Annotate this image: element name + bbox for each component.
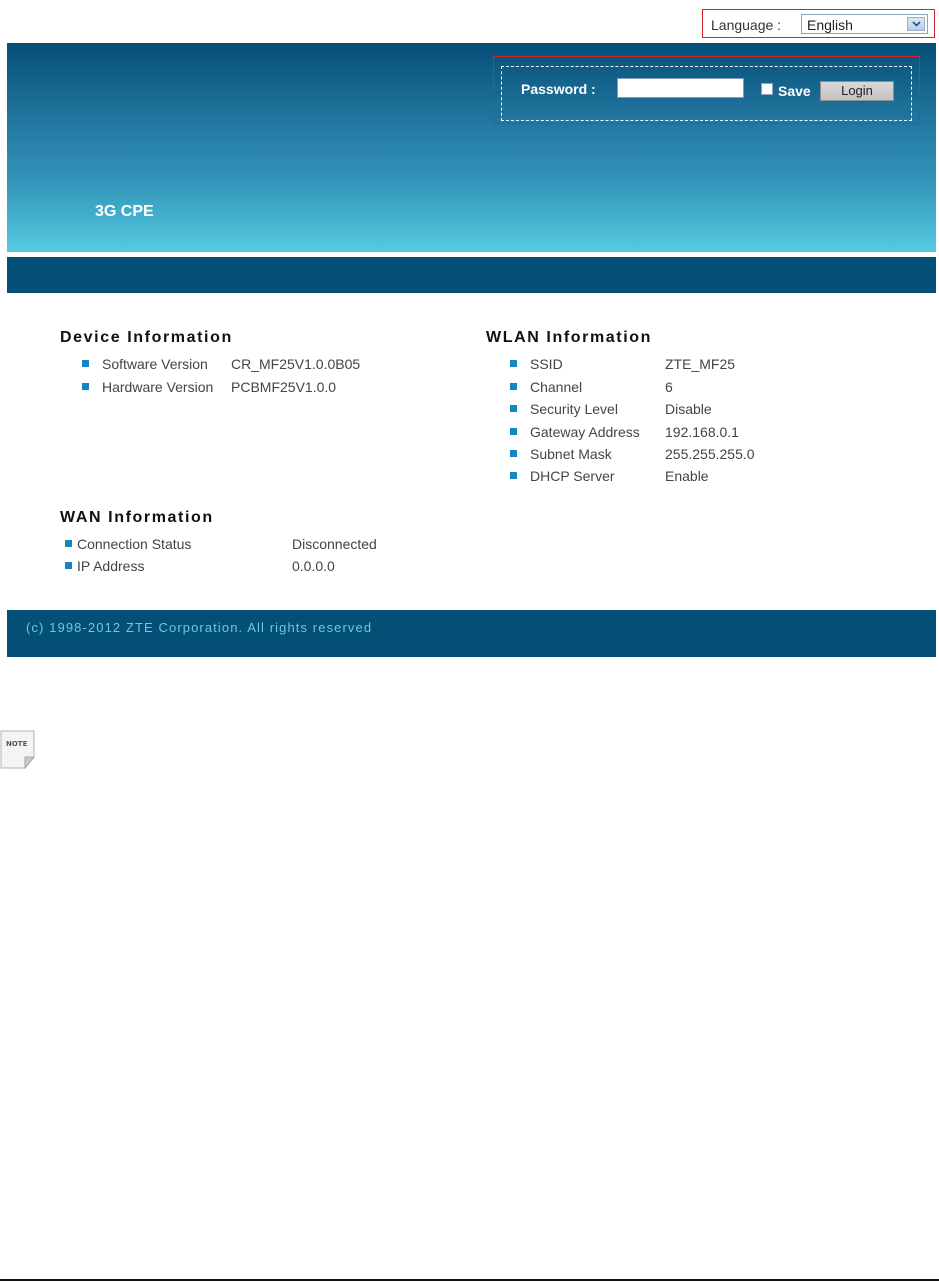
wlan-info-title: WLAN Information [486,329,653,346]
wan-info-row: IP Address 0.0.0.0 [65,558,405,576]
row-label: Connection Status [77,536,192,552]
nav-bar [7,257,936,293]
wlan-info-row: Gateway Address 192.168.0.1 [510,424,810,442]
row-value: CR_MF25V1.0.0B05 [231,356,361,372]
row-label: Hardware Version [102,379,214,395]
row-value: Disconnected [292,536,377,552]
language-selected-value: English [807,17,853,33]
header-banner: Password : Save Login 3G CPE [7,43,936,252]
language-selector-box: Language : English [702,9,935,38]
row-label: Security Level [530,401,618,417]
bullet-icon [82,383,89,390]
wlan-info-row: Channel 6 [510,379,810,397]
wlan-info-row: DHCP Server Enable [510,468,810,486]
note-icon: NOTE [0,730,36,770]
save-checkbox[interactable] [761,83,773,95]
login-panel-highlight: Password : Save Login [493,56,920,124]
row-label: Software Version [102,356,208,372]
footer-bar: (c) 1998-2012 ZTE Corporation. All right… [7,610,936,657]
bullet-icon [510,428,517,435]
dropdown-arrow-button[interactable] [907,17,925,31]
row-label: Channel [530,379,583,395]
bullet-icon [510,405,517,412]
bullet-icon [65,540,72,547]
row-label: DHCP Server [530,468,615,484]
save-label: Save [778,83,811,99]
login-button[interactable]: Login [820,81,894,101]
row-value: 255.255.255.0 [665,446,755,462]
row-label: Subnet Mask [530,446,612,462]
device-info-title: Device Information [60,329,233,346]
device-info-row: Hardware Version PCBMF25V1.0.0 [82,379,422,397]
wan-info-row: Connection Status Disconnected [65,536,405,554]
row-label: Gateway Address [530,424,640,440]
bullet-icon [510,383,517,390]
bullet-icon [82,360,89,367]
row-value: ZTE_MF25 [665,356,736,372]
bullet-icon [65,562,72,569]
row-value: Enable [665,468,709,484]
row-value: PCBMF25V1.0.0 [231,379,337,395]
row-value: Disable [665,401,712,417]
bullet-icon [510,450,517,457]
product-name: 3G CPE [95,203,154,220]
wlan-info-row: Subnet Mask 255.255.255.0 [510,446,810,464]
chevron-down-icon [912,21,921,27]
wlan-info-row: Security Level Disable [510,401,810,419]
password-input[interactable] [617,78,744,98]
copyright-text: (c) 1998-2012 ZTE Corporation. All right… [26,620,373,635]
language-label: Language : [711,17,782,33]
password-label: Password : [521,81,596,97]
language-dropdown[interactable]: English [801,14,928,34]
wan-info-title: WAN Information [60,509,214,526]
row-label: IP Address [77,558,145,574]
row-value: 6 [665,379,673,395]
row-value: 0.0.0.0 [292,558,335,574]
row-value: 192.168.0.1 [665,424,739,440]
device-info-row: Software Version CR_MF25V1.0.0B05 [82,356,422,374]
row-label: SSID [530,356,563,372]
page-bottom-rule [0,1279,939,1281]
bullet-icon [510,472,517,479]
bullet-icon [510,360,517,367]
svg-text:NOTE: NOTE [6,740,28,748]
login-panel: Password : Save Login [501,66,912,121]
wlan-info-row: SSID ZTE_MF25 [510,356,810,374]
